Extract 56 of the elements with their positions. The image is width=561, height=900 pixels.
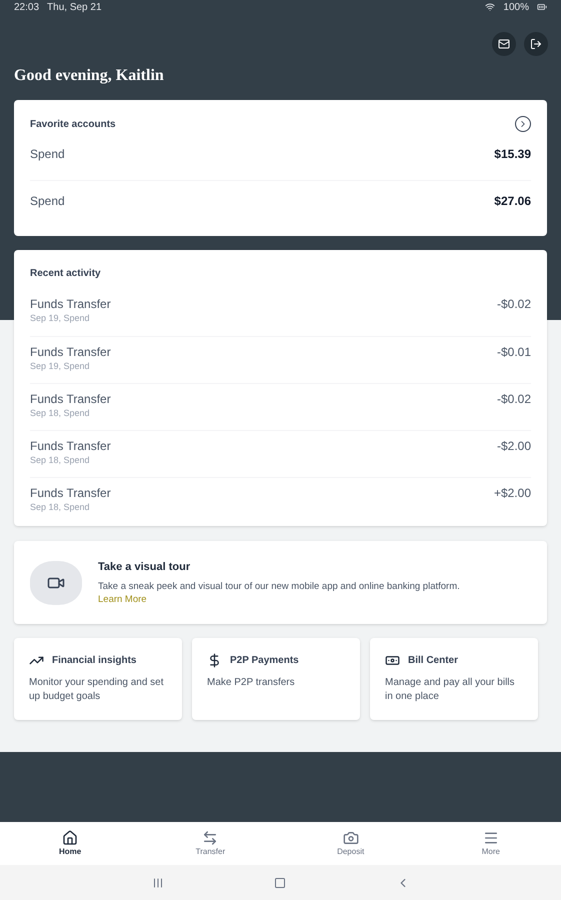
logout-button[interactable] [524,32,548,56]
activity-subtitle: Sep 19, Spend [30,312,91,324]
tile-title: Financial insights [52,654,136,668]
tile-title: Bill Center [408,654,458,668]
activity-amount: -$0.02 [496,296,531,313]
battery-icon [537,2,547,12]
banknote-icon [385,653,400,668]
activity-title[interactable]: Funds Transfer [30,296,111,312]
nav-tab[interactable]: Home [0,822,140,865]
home-icon [62,830,78,846]
activity-title[interactable]: Funds Transfer [30,391,111,407]
activity-title[interactable]: Funds Transfer [30,438,111,454]
card-title: Favorite accounts [30,118,116,132]
status-date: Thu, Sep 21 [47,0,102,14]
nav-tab[interactable]: Transfer [140,822,280,865]
nav-tab[interactable]: More [420,822,561,865]
wifi-icon [485,2,496,12]
tile-text: Manage and pay all your bills in one place [385,676,516,704]
nav-tab[interactable]: Deposit [280,822,421,865]
activity-amount: -$0.01 [496,344,531,361]
feature-tile[interactable]: Financial insights Monitor your spending and set up budget goals [14,638,182,720]
battery-level: 100% [503,0,529,14]
recents-icon[interactable] [152,876,164,888]
logout-icon [530,38,542,50]
video-icon [30,560,82,604]
home-button-icon[interactable] [274,876,286,888]
dollar-icon [207,653,222,668]
activity-subtitle: Sep 19, Spend [30,360,91,372]
mail-button[interactable] [492,32,516,56]
feature-tile[interactable]: P2P Payments Make P2P transfers [192,638,360,720]
camera-icon [342,830,359,846]
activity-amount: -$0.02 [496,391,531,408]
mail-icon [498,38,510,50]
activity-subtitle: Sep 18, Spend [30,407,91,419]
arrows-icon [202,830,218,846]
activity-title[interactable]: Funds Transfer [30,485,111,501]
menu-icon [482,830,499,846]
activity-subtitle: Sep 18, Spend [30,454,91,466]
tile-text: Make P2P transfers [207,676,296,690]
activity-title[interactable]: Funds Transfer [30,344,111,360]
tile-title: P2P Payments [230,654,299,668]
tile-text: Monitor your spending and set up budget goals [29,676,165,704]
tour-text: Take a sneak peek and visual tour of our new mobile app and online banking platform. [98,580,460,593]
activity-amount: -$2.00 [496,438,531,455]
card-title: Recent activity [30,267,102,281]
chevron-button[interactable] [515,116,531,132]
tour-title: Take a visual tour [98,560,192,576]
account-name[interactable]: Spend [30,145,65,163]
activity-subtitle: Sep 18, Spend [30,501,91,513]
greeting: Good evening, Kaitlin [13,66,165,86]
account-name[interactable]: Spend [30,192,65,210]
account-balance: $27.06 [494,192,531,210]
status-time: 22:03 [14,0,40,14]
activity-amount: +$2.00 [494,485,531,502]
feature-tile[interactable]: Bill Center Manage and pay all your bills in one place [370,638,538,720]
account-balance: $15.39 [494,146,531,163]
